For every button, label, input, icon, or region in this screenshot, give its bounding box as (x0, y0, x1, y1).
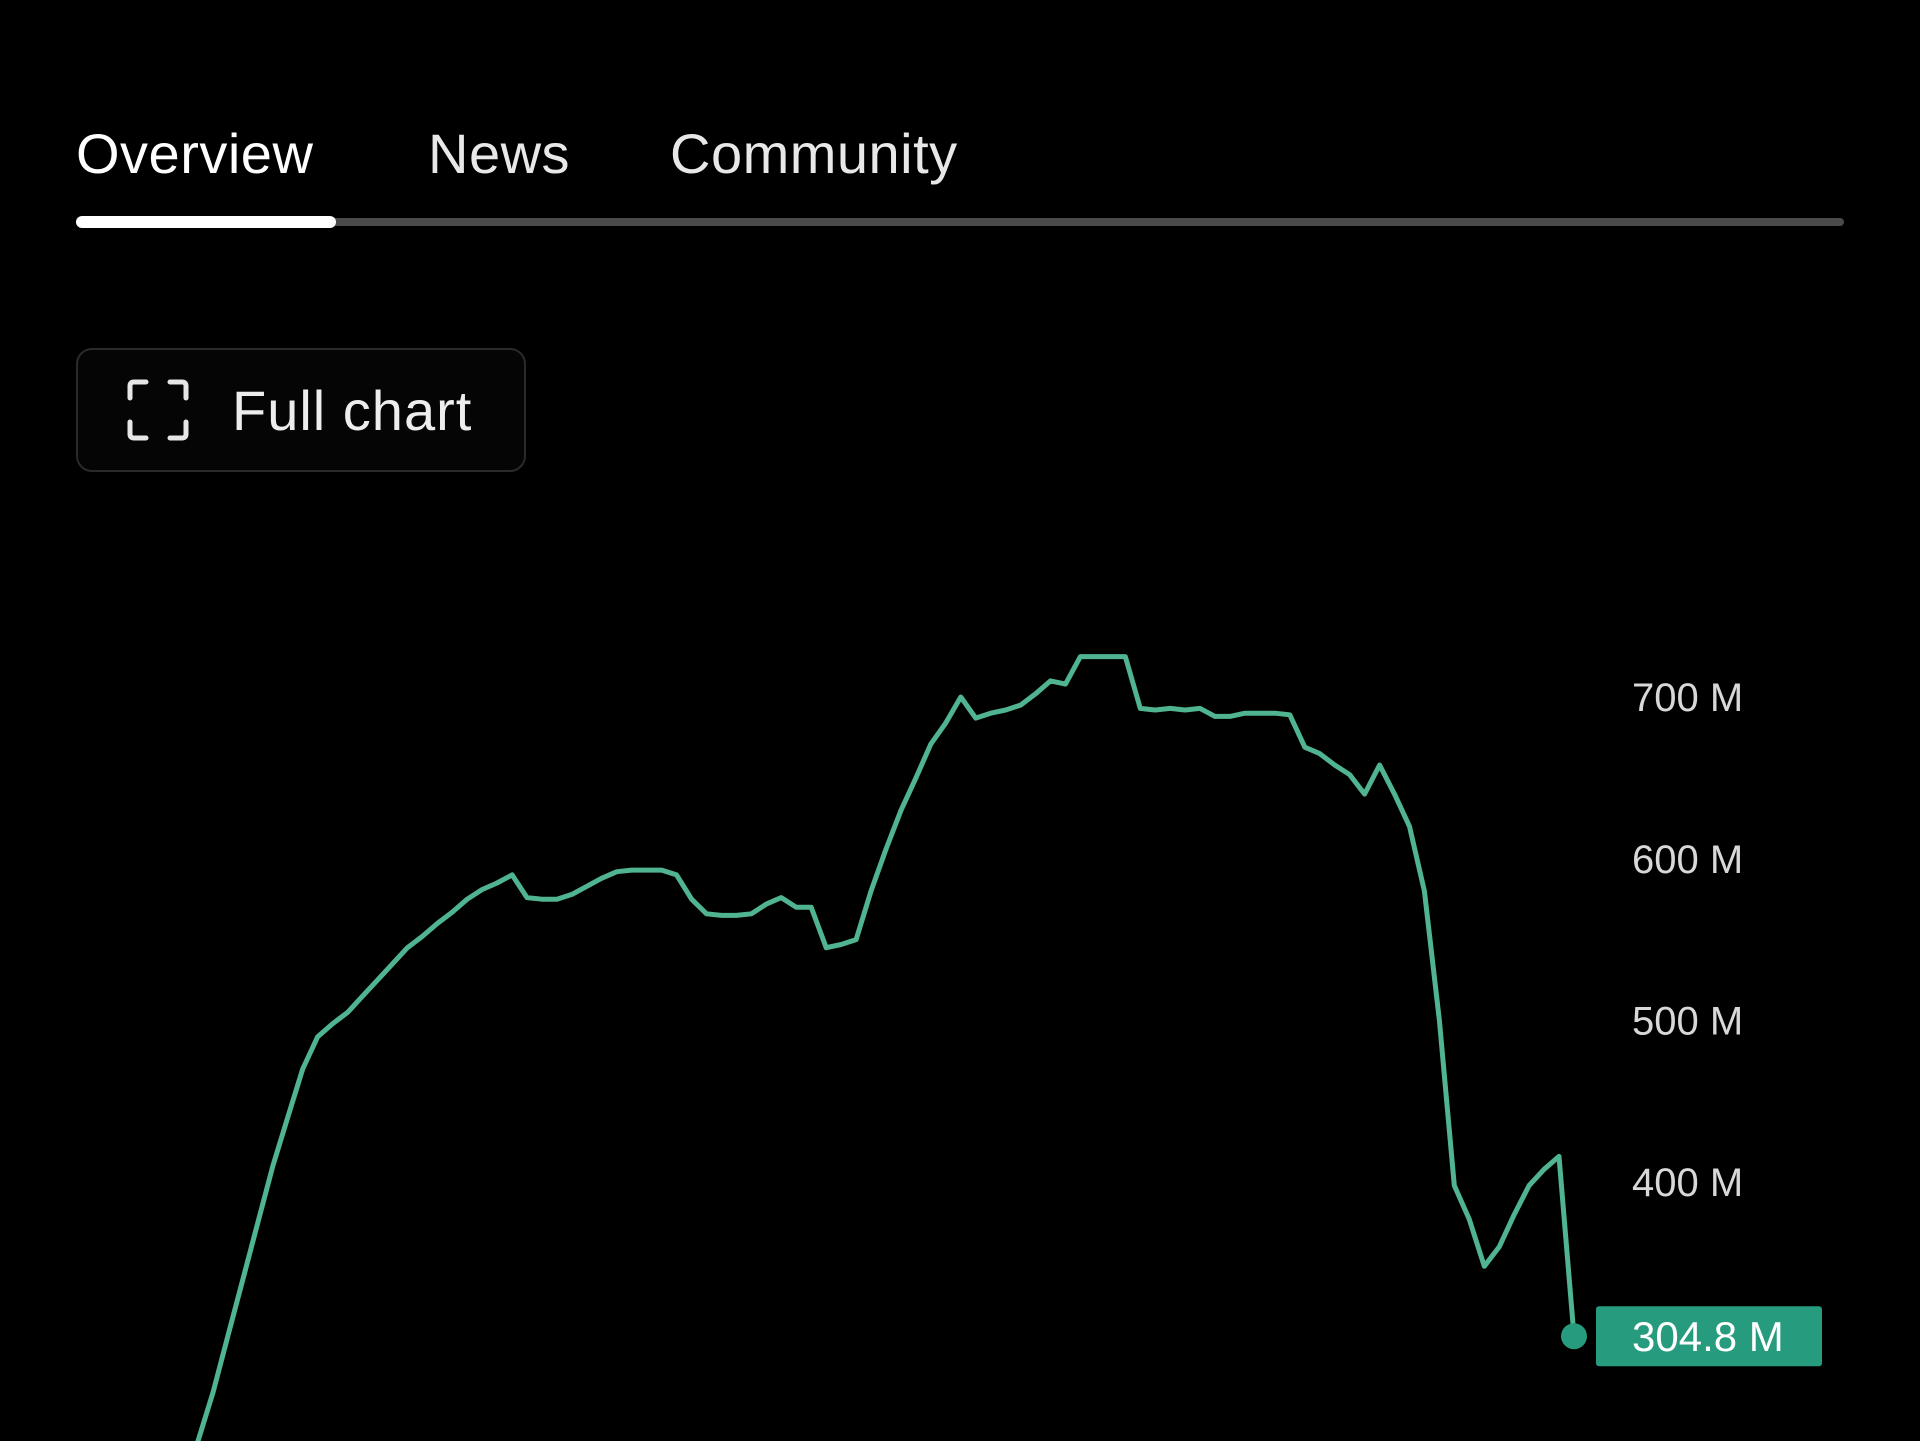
price-chart[interactable]: 400 M 500 M 600 M 700 M 304.8 M (0, 560, 1920, 1441)
page: Overview News Community Full chart 400 M… (0, 0, 1920, 1441)
tab-active-indicator (76, 216, 336, 228)
fullscreen-corners-icon (124, 376, 192, 444)
tab-news[interactable]: News (428, 126, 570, 182)
y-tick-label: 700 M (1632, 676, 1743, 720)
tab-track (76, 218, 1844, 226)
series-line (195, 654, 1577, 1441)
tab-bar: Overview News Community (76, 118, 1844, 230)
y-tick-label: 400 M (1632, 1161, 1743, 1205)
last-value-label: 304.8 M (1632, 1313, 1784, 1360)
tab-overview[interactable]: Overview (76, 126, 313, 182)
y-tick-label: 600 M (1632, 838, 1743, 882)
full-chart-button[interactable]: Full chart (76, 348, 526, 472)
tab-community[interactable]: Community (670, 126, 958, 182)
last-point-marker (1561, 1323, 1587, 1350)
y-tick-label: 500 M (1632, 1000, 1743, 1044)
full-chart-label: Full chart (232, 378, 473, 442)
